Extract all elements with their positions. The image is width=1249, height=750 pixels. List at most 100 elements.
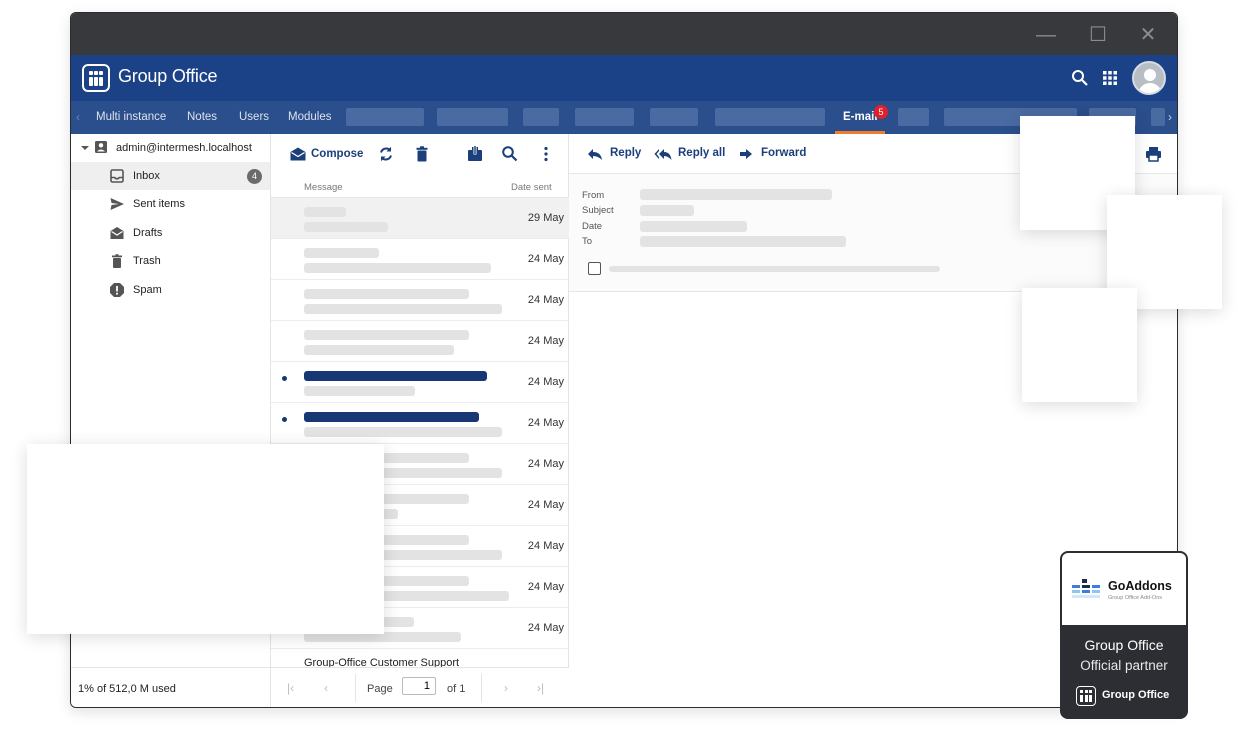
from-label: From — [582, 190, 605, 201]
folder-drafts[interactable]: Drafts — [71, 219, 270, 247]
account-icon — [95, 141, 107, 153]
caret-down-icon[interactable] — [80, 143, 90, 153]
folder-spam[interactable]: Spam — [71, 276, 270, 304]
compose-button[interactable]: Compose — [311, 148, 363, 160]
compose-icon[interactable] — [289, 145, 307, 163]
subject-value-placeholder — [640, 205, 694, 216]
reply-icon[interactable] — [587, 147, 603, 161]
tab-email[interactable]: E-mail — [843, 101, 878, 134]
tab-modules[interactable]: Modules — [288, 101, 331, 134]
partner-badge[interactable]: GoAddons Group Office Add-Ons Group Offi… — [1060, 551, 1188, 719]
tab-users[interactable]: Users — [239, 101, 269, 134]
app-title: Group Office — [118, 66, 218, 86]
next-page-icon[interactable]: › — [504, 681, 508, 695]
close-icon[interactable]: ✕ — [1135, 23, 1161, 47]
print-icon[interactable] — [1145, 146, 1162, 162]
tab-placeholder[interactable] — [650, 108, 698, 126]
maximize-icon[interactable]: ☐ — [1085, 23, 1111, 47]
minimize-icon[interactable]: — — [1033, 23, 1059, 47]
tab-placeholder[interactable] — [1151, 108, 1165, 126]
reply-button[interactable]: Reply — [610, 147, 641, 159]
unread-count-badge: 4 — [247, 169, 262, 184]
last-page-icon[interactable]: ›| — [537, 681, 544, 695]
message-date: 24 May — [527, 581, 564, 593]
trash-icon — [112, 254, 122, 268]
message-date: 24 May — [527, 294, 564, 306]
window-titlebar: — ☐ ✕ — [71, 13, 1177, 55]
subject-placeholder — [304, 330, 469, 340]
to-label: To — [582, 236, 593, 247]
drafts-icon — [110, 227, 124, 239]
sender-placeholder — [304, 222, 388, 232]
tab-placeholder[interactable] — [575, 108, 634, 126]
message-row-unread[interactable]: 24 May — [271, 403, 569, 444]
delete-icon[interactable] — [413, 145, 431, 163]
group-office-logo-icon — [1076, 686, 1096, 706]
group-office-logo-icon[interactable] — [82, 64, 110, 92]
column-message[interactable]: Message — [304, 182, 343, 193]
to-value-placeholder — [640, 236, 846, 247]
message-date: 29 May — [527, 212, 564, 224]
message-date: 24 May — [527, 253, 564, 265]
message-date: 24 May — [527, 417, 564, 429]
partner-logo-text: Group Office — [1102, 689, 1170, 701]
folder-trash[interactable]: Trash — [71, 247, 270, 275]
subject-placeholder — [304, 207, 346, 217]
subject-placeholder — [304, 371, 487, 381]
sender-placeholder — [304, 345, 454, 355]
message-date: 24 May — [527, 376, 564, 388]
folder-inbox[interactable]: Inbox 4 — [71, 162, 270, 190]
forward-icon[interactable] — [739, 147, 753, 161]
tab-notes[interactable]: Notes — [187, 101, 217, 134]
tab-multi-instance[interactable]: Multi instance — [96, 101, 166, 134]
search-icon[interactable] — [501, 145, 519, 163]
folder-label: Sent items — [133, 198, 185, 210]
attachment-checkbox[interactable] — [588, 262, 601, 275]
tabs-scroll-right-icon[interactable]: › — [1168, 101, 1172, 134]
message-row-unread[interactable]: 24 May — [271, 362, 569, 403]
tab-placeholder[interactable] — [523, 108, 559, 126]
folder-sent-items[interactable]: Sent items — [71, 190, 270, 218]
message-date: 24 May — [527, 540, 564, 552]
move-to-folder-icon[interactable] — [466, 145, 484, 163]
list-column-header: Message Date sent — [271, 178, 569, 198]
page-count: of 1 — [447, 683, 466, 695]
reply-all-button[interactable]: Reply all — [678, 147, 725, 159]
goaddons-subtitle: Group Office Add-Ons — [1108, 595, 1163, 601]
message-row[interactable]: 24 May — [271, 321, 569, 362]
search-icon[interactable] — [1070, 68, 1090, 88]
forward-button[interactable]: Forward — [761, 147, 806, 159]
message-row[interactable]: 24 May — [271, 280, 569, 321]
column-date-sent[interactable]: Date sent — [511, 182, 552, 193]
overlay-card — [27, 444, 384, 634]
message-row[interactable]: 24 May — [271, 239, 569, 280]
email-count-badge: 5 — [874, 105, 888, 119]
apps-grid-icon[interactable] — [1100, 68, 1120, 88]
account-node[interactable]: admin@intermesh.localhost — [71, 138, 271, 158]
tab-placeholder[interactable] — [715, 108, 825, 126]
page-number-input[interactable] — [402, 677, 436, 695]
subject-label: Subject — [582, 205, 614, 216]
tabs-scroll-left-icon[interactable]: ‹ — [76, 101, 80, 134]
user-avatar[interactable] — [1132, 61, 1166, 95]
pagination-bar: |‹ ‹ Page of 1 › ›| — [271, 667, 569, 707]
first-page-icon[interactable]: |‹ — [287, 681, 294, 695]
partner-title: Group Office — [1084, 637, 1164, 653]
folder-label: Trash — [133, 255, 161, 267]
account-name: admin@intermesh.localhost — [116, 142, 252, 154]
tab-placeholder[interactable] — [898, 108, 929, 126]
refresh-icon[interactable] — [377, 145, 395, 163]
tab-placeholder[interactable] — [346, 108, 424, 126]
more-vert-icon[interactable] — [537, 145, 555, 163]
quota-footer: 1% of 512,0 M used — [71, 667, 271, 707]
prev-page-icon[interactable]: ‹ — [324, 681, 328, 695]
sender-placeholder — [304, 386, 415, 396]
message-row[interactable]: 29 May — [271, 198, 569, 239]
pager-divider — [481, 674, 482, 702]
message-date: 24 May — [527, 622, 564, 634]
list-toolbar: Compose — [271, 134, 569, 174]
unread-dot-icon — [282, 417, 287, 422]
reply-all-icon[interactable] — [654, 147, 672, 161]
tab-placeholder[interactable] — [437, 108, 508, 126]
message-date: 24 May — [527, 458, 564, 470]
